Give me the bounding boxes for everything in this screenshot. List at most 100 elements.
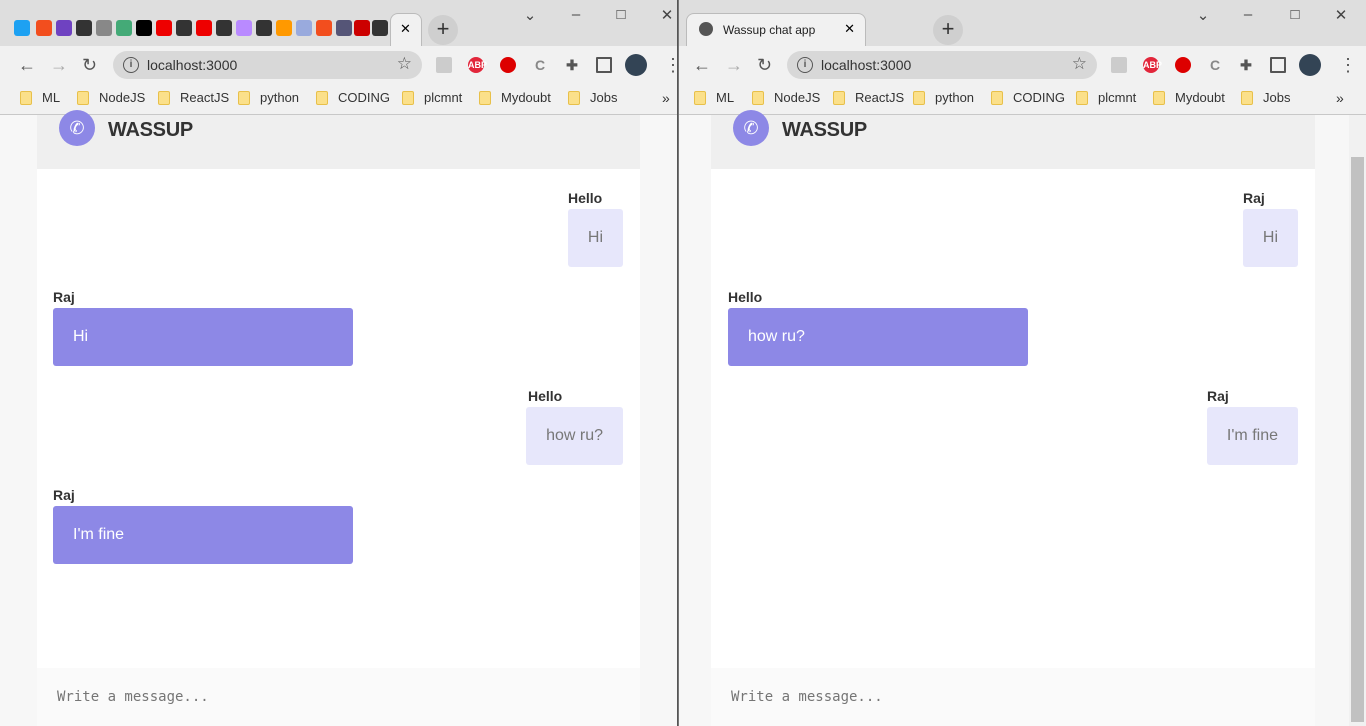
menu-icon[interactable]: ⋮ xyxy=(1339,55,1357,76)
tab-site[interactable] xyxy=(296,20,312,36)
close-tab-icon[interactable]: ✕ xyxy=(844,21,855,37)
tab-youtube[interactable] xyxy=(196,20,212,36)
tab-site[interactable] xyxy=(354,20,370,36)
profile-avatar[interactable] xyxy=(1299,54,1321,76)
tab-github[interactable] xyxy=(372,20,388,36)
reload-button[interactable]: ↻ xyxy=(757,55,772,76)
tab-figma[interactable] xyxy=(36,20,52,36)
bookmark-plcmnt[interactable]: plcmnt xyxy=(402,90,462,105)
bookmark-ml[interactable]: ML xyxy=(20,90,60,105)
minimize-button[interactable]: – xyxy=(566,6,586,23)
react-devtools-icon[interactable] xyxy=(436,57,452,73)
bookmark-ml[interactable]: ML xyxy=(694,90,734,105)
bookmark-nodejs[interactable]: NodeJS xyxy=(77,90,145,105)
sender-name: Hello xyxy=(568,190,603,206)
more-bookmarks-button[interactable]: » xyxy=(662,90,670,106)
address-bar[interactable]: i localhost:3000 ☆ xyxy=(113,51,422,79)
bookmark-python[interactable]: python xyxy=(913,90,974,105)
message-bubble-own: I'm fine xyxy=(1206,407,1298,465)
tab-site[interactable] xyxy=(96,20,112,36)
adblock-hand-icon[interactable] xyxy=(500,57,516,73)
bookmark-python[interactable]: python xyxy=(238,90,299,105)
bookmark-star-icon[interactable]: ☆ xyxy=(1072,54,1087,74)
profile-avatar[interactable] xyxy=(625,54,647,76)
new-tab-button[interactable]: + xyxy=(933,15,963,45)
folder-icon xyxy=(1153,90,1165,105)
sender-name: Hello xyxy=(728,289,763,305)
adblock-hand-icon[interactable] xyxy=(1175,57,1191,73)
adblock-icon[interactable]: ABP xyxy=(468,57,487,73)
close-tab-icon[interactable]: ✕ xyxy=(400,21,411,37)
bookmark-jobs[interactable]: Jobs xyxy=(1241,90,1290,105)
bookmark-label: Jobs xyxy=(590,90,618,105)
side-panel-icon[interactable] xyxy=(1270,57,1286,73)
menu-icon[interactable]: ⋮ xyxy=(664,55,677,76)
bookmark-reactjs[interactable]: ReactJS xyxy=(833,90,904,105)
bookmark-label: ReactJS xyxy=(180,90,230,105)
site-info-icon[interactable]: i xyxy=(797,57,813,73)
adblock-icon[interactable]: ABP xyxy=(1143,57,1162,73)
tab-phonepe[interactable] xyxy=(56,20,72,36)
forward-button[interactable]: → xyxy=(50,55,68,76)
bookmark-label: python xyxy=(935,90,975,105)
phone-icon: ✆ xyxy=(733,110,769,146)
tab-site[interactable] xyxy=(336,20,352,36)
tab-youtube[interactable] xyxy=(156,20,172,36)
back-button[interactable]: ← xyxy=(18,55,36,76)
message-bubble-own: how ru? xyxy=(526,407,623,465)
tab-search-icon[interactable]: ⌄ xyxy=(1193,6,1213,24)
bookmark-plcmnt[interactable]: plcmnt xyxy=(1076,90,1136,105)
extensions-puzzle-icon[interactable]: ✚ xyxy=(564,57,580,73)
bookmark-label: CODING xyxy=(338,90,390,105)
bookmark-jobs[interactable]: Jobs xyxy=(568,90,617,105)
tab-site[interactable] xyxy=(136,20,152,36)
tab-strip: Wassup chat app ✕ + ⌄ – □ ✕ xyxy=(679,0,1366,46)
tab-site[interactable] xyxy=(116,20,132,36)
tab-github[interactable] xyxy=(256,20,272,36)
more-bookmarks-button[interactable]: » xyxy=(1336,90,1344,106)
message-input[interactable] xyxy=(711,668,1315,726)
bookmark-label: python xyxy=(260,90,300,105)
bookmark-star-icon[interactable]: ☆ xyxy=(397,54,412,74)
tab-search-icon[interactable]: ⌄ xyxy=(520,6,540,24)
tab-github[interactable] xyxy=(76,20,92,36)
bookmark-mydoubt[interactable]: Mydoubt xyxy=(479,90,551,105)
sender-name: Raj xyxy=(53,289,75,305)
minimize-button[interactable]: – xyxy=(1238,6,1258,23)
tab-vite[interactable] xyxy=(236,20,252,36)
new-tab-button[interactable]: + xyxy=(428,15,458,45)
tab-skype[interactable] xyxy=(14,20,30,36)
maximize-button[interactable]: □ xyxy=(1285,6,1305,23)
tab-github[interactable] xyxy=(216,20,232,36)
reload-button[interactable]: ↻ xyxy=(82,55,97,76)
message-input-area xyxy=(37,668,640,726)
scrollbar-thumb[interactable] xyxy=(1351,157,1364,722)
bookmark-nodejs[interactable]: NodeJS xyxy=(752,90,820,105)
extensions-puzzle-icon[interactable]: ✚ xyxy=(1238,57,1254,73)
close-window-button[interactable]: ✕ xyxy=(1331,6,1351,24)
maximize-button[interactable]: □ xyxy=(611,6,631,23)
extension-c-icon[interactable]: C xyxy=(1207,57,1223,73)
bookmark-coding[interactable]: CODING xyxy=(991,90,1065,105)
site-info-icon[interactable]: i xyxy=(123,57,139,73)
bookmark-label: ML xyxy=(716,90,735,105)
tab-github[interactable] xyxy=(176,20,192,36)
extension-c-icon[interactable]: C xyxy=(532,57,548,73)
scrollbar[interactable] xyxy=(1349,115,1366,726)
message-bubble-other: how ru? xyxy=(728,308,1028,366)
tab-codepen[interactable] xyxy=(276,20,292,36)
side-panel-icon[interactable] xyxy=(596,57,612,73)
url-text: localhost:3000 xyxy=(821,57,912,73)
forward-button[interactable]: → xyxy=(725,55,743,76)
tab-active[interactable]: ✕ xyxy=(390,13,422,46)
bookmark-mydoubt[interactable]: Mydoubt xyxy=(1153,90,1225,105)
back-button[interactable]: ← xyxy=(693,55,711,76)
address-bar[interactable]: i localhost:3000 ☆ xyxy=(787,51,1097,79)
bookmark-reactjs[interactable]: ReactJS xyxy=(158,90,229,105)
react-devtools-icon[interactable] xyxy=(1111,57,1127,73)
message-input[interactable] xyxy=(37,668,640,726)
tab-wassup-chat-app[interactable]: Wassup chat app ✕ xyxy=(686,13,866,46)
tab-figma[interactable] xyxy=(316,20,332,36)
close-window-button[interactable]: ✕ xyxy=(657,6,677,24)
bookmark-coding[interactable]: CODING xyxy=(316,90,390,105)
